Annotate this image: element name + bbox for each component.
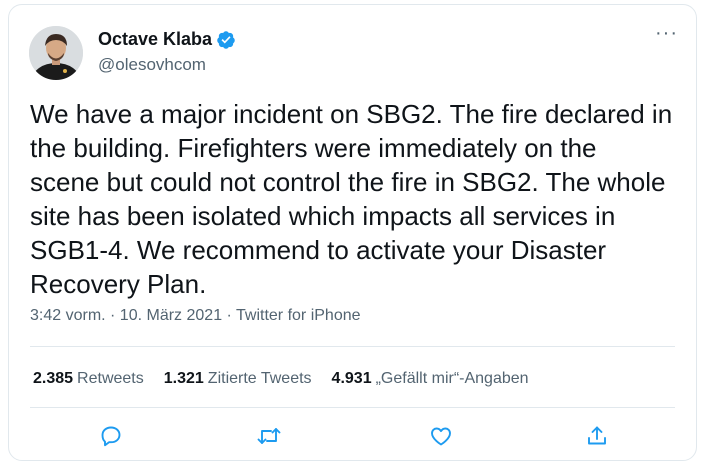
quote-tweets-label: Zitierte Tweets bbox=[207, 370, 312, 387]
avatar-image bbox=[29, 26, 83, 80]
action-bar bbox=[9, 421, 696, 451]
tweet-card: Octave Klaba @olesovhcom ··· We have a m… bbox=[8, 4, 697, 461]
avatar[interactable] bbox=[29, 26, 83, 80]
retweet-icon[interactable] bbox=[254, 421, 284, 451]
author-name-row: Octave Klaba bbox=[98, 29, 236, 50]
divider bbox=[30, 346, 675, 347]
share-icon[interactable] bbox=[582, 421, 612, 451]
tweet-text: We have a major incident on SBG2. The fi… bbox=[30, 99, 673, 299]
likes-count: 4.931 bbox=[331, 370, 372, 387]
likes-stat[interactable]: 4.931 „Gefällt mir“-Angaben bbox=[332, 370, 529, 388]
tweet-timestamp-source[interactable]: 3:42 vorm. · 10. März 2021 · Twitter for… bbox=[30, 307, 361, 325]
divider bbox=[30, 407, 675, 408]
reply-icon[interactable] bbox=[96, 421, 126, 451]
verified-badge-icon bbox=[216, 30, 236, 50]
retweets-count: 2.385 bbox=[33, 370, 74, 387]
retweets-stat[interactable]: 2.385 Retweets bbox=[33, 370, 144, 388]
engagement-stats: 2.385 Retweets 1.321 Zitierte Tweets 4.931… bbox=[33, 370, 529, 388]
like-icon[interactable] bbox=[426, 421, 456, 451]
quote-tweets-count: 1.321 bbox=[163, 370, 204, 387]
more-options-icon[interactable]: ··· bbox=[655, 23, 678, 43]
quote-tweets-stat[interactable]: 1.321 Zitierte Tweets bbox=[164, 370, 312, 388]
likes-label: „Gefällt mir“-Angaben bbox=[375, 370, 529, 387]
retweets-label: Retweets bbox=[77, 370, 144, 387]
author-handle[interactable]: @olesovhcom bbox=[98, 55, 206, 75]
author-display-name[interactable]: Octave Klaba bbox=[98, 29, 212, 50]
